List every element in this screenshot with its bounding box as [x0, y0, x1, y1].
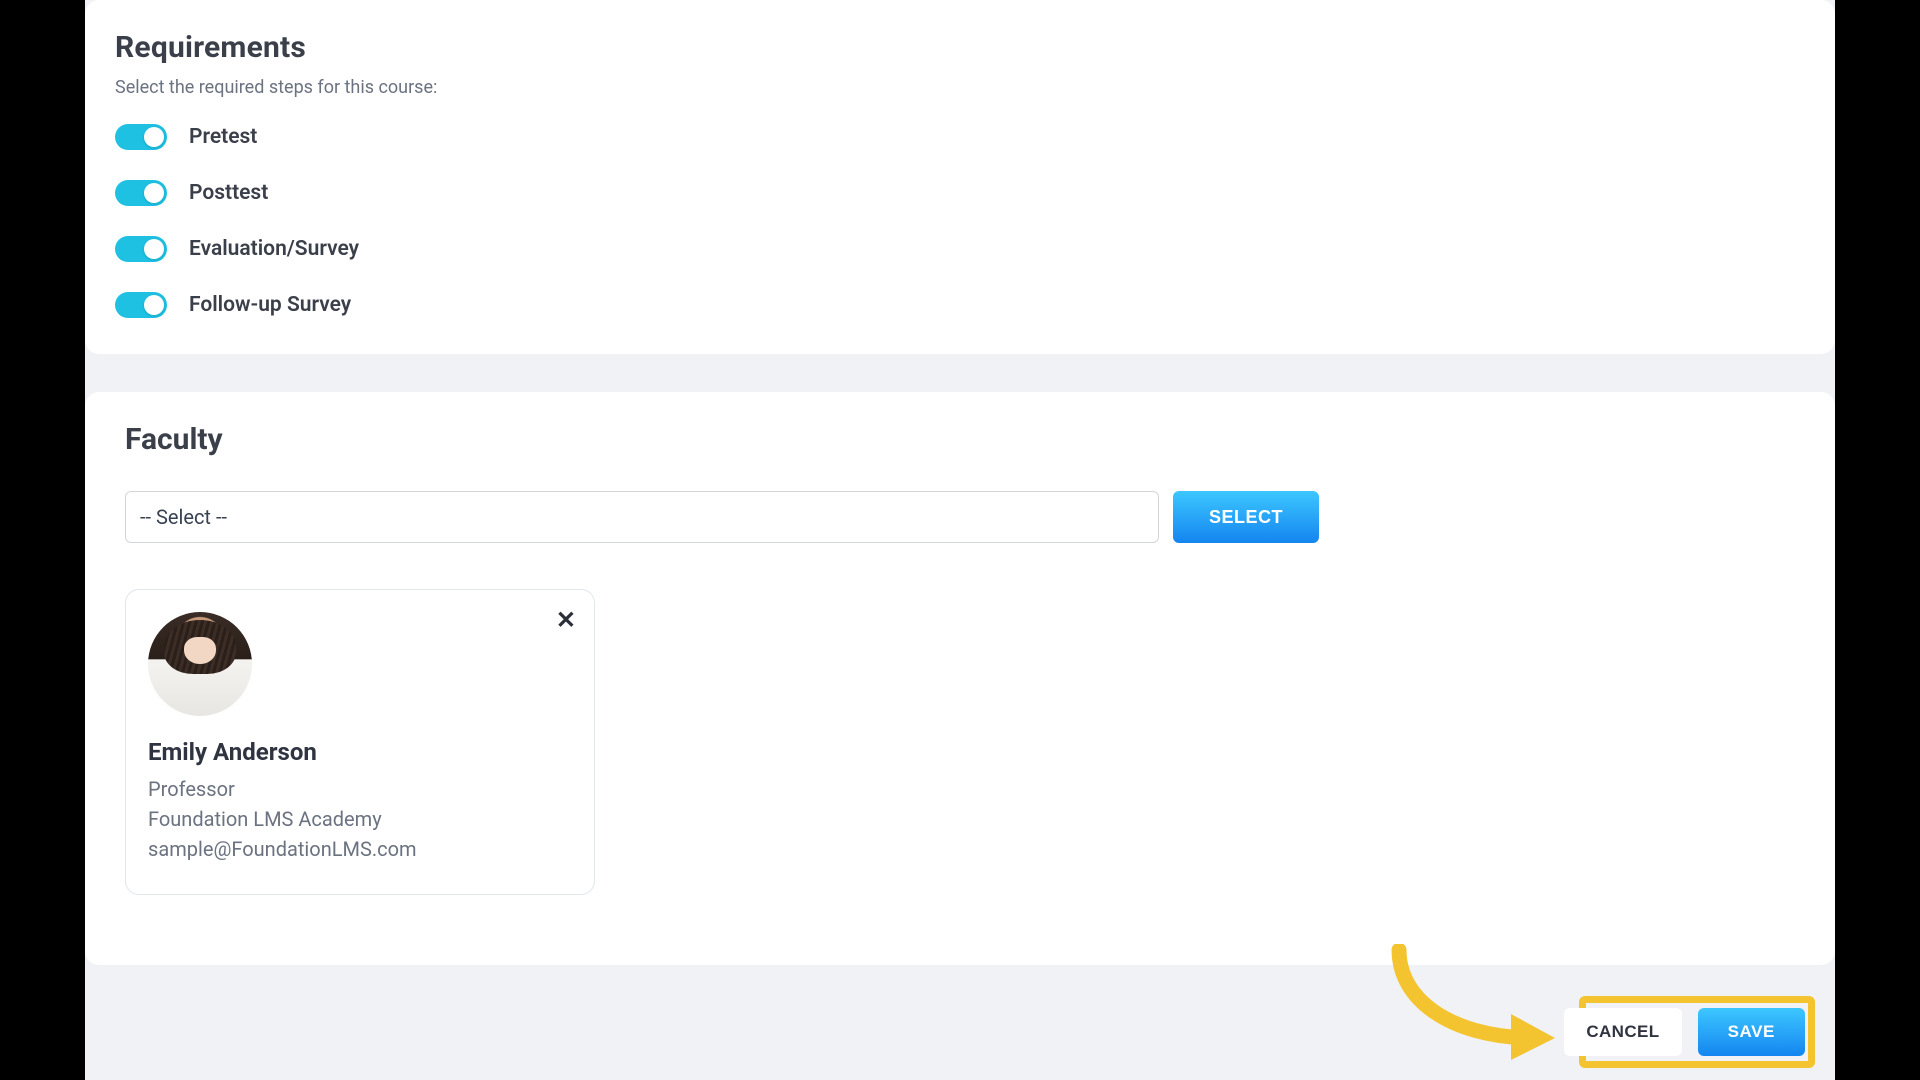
faculty-select[interactable]: -- Select --	[125, 491, 1159, 543]
toggle-evaluation[interactable]	[115, 236, 167, 262]
requirements-title: Requirements	[115, 30, 1805, 65]
toggle-label: Evaluation/Survey	[189, 237, 359, 261]
person-role: Professor	[148, 774, 572, 804]
avatar	[148, 612, 252, 716]
save-button[interactable]: SAVE	[1698, 1008, 1805, 1056]
requirement-row-pretest: Pretest	[115, 124, 1805, 150]
requirement-row-evaluation: Evaluation/Survey	[115, 236, 1805, 262]
toggle-followup[interactable]	[115, 292, 167, 318]
faculty-select-button[interactable]: SELECT	[1173, 491, 1319, 543]
requirements-subtitle: Select the required steps for this cours…	[115, 77, 1805, 98]
toggle-label: Pretest	[189, 125, 257, 149]
toggle-label: Posttest	[189, 181, 268, 205]
requirements-section: Requirements Select the required steps f…	[85, 0, 1835, 354]
close-icon[interactable]: ✕	[556, 608, 576, 632]
footer-actions: CANCEL SAVE	[1564, 1008, 1805, 1056]
faculty-select-placeholder: -- Select --	[140, 505, 227, 529]
requirement-row-followup: Follow-up Survey	[115, 292, 1805, 318]
person-org: Foundation LMS Academy	[148, 804, 572, 834]
toggle-pretest[interactable]	[115, 124, 167, 150]
person-email: sample@FoundationLMS.com	[148, 834, 572, 864]
faculty-section: Faculty -- Select -- SELECT ✕ Emily Ande…	[85, 392, 1835, 965]
faculty-title: Faculty	[125, 422, 1795, 457]
cancel-button[interactable]: CANCEL	[1564, 1008, 1681, 1056]
person-name: Emily Anderson	[148, 738, 572, 766]
toggle-label: Follow-up Survey	[189, 293, 351, 317]
faculty-person-card: ✕ Emily Anderson Professor Foundation LM…	[125, 589, 595, 895]
faculty-select-row: -- Select -- SELECT	[125, 491, 1795, 543]
requirement-row-posttest: Posttest	[115, 180, 1805, 206]
toggle-posttest[interactable]	[115, 180, 167, 206]
